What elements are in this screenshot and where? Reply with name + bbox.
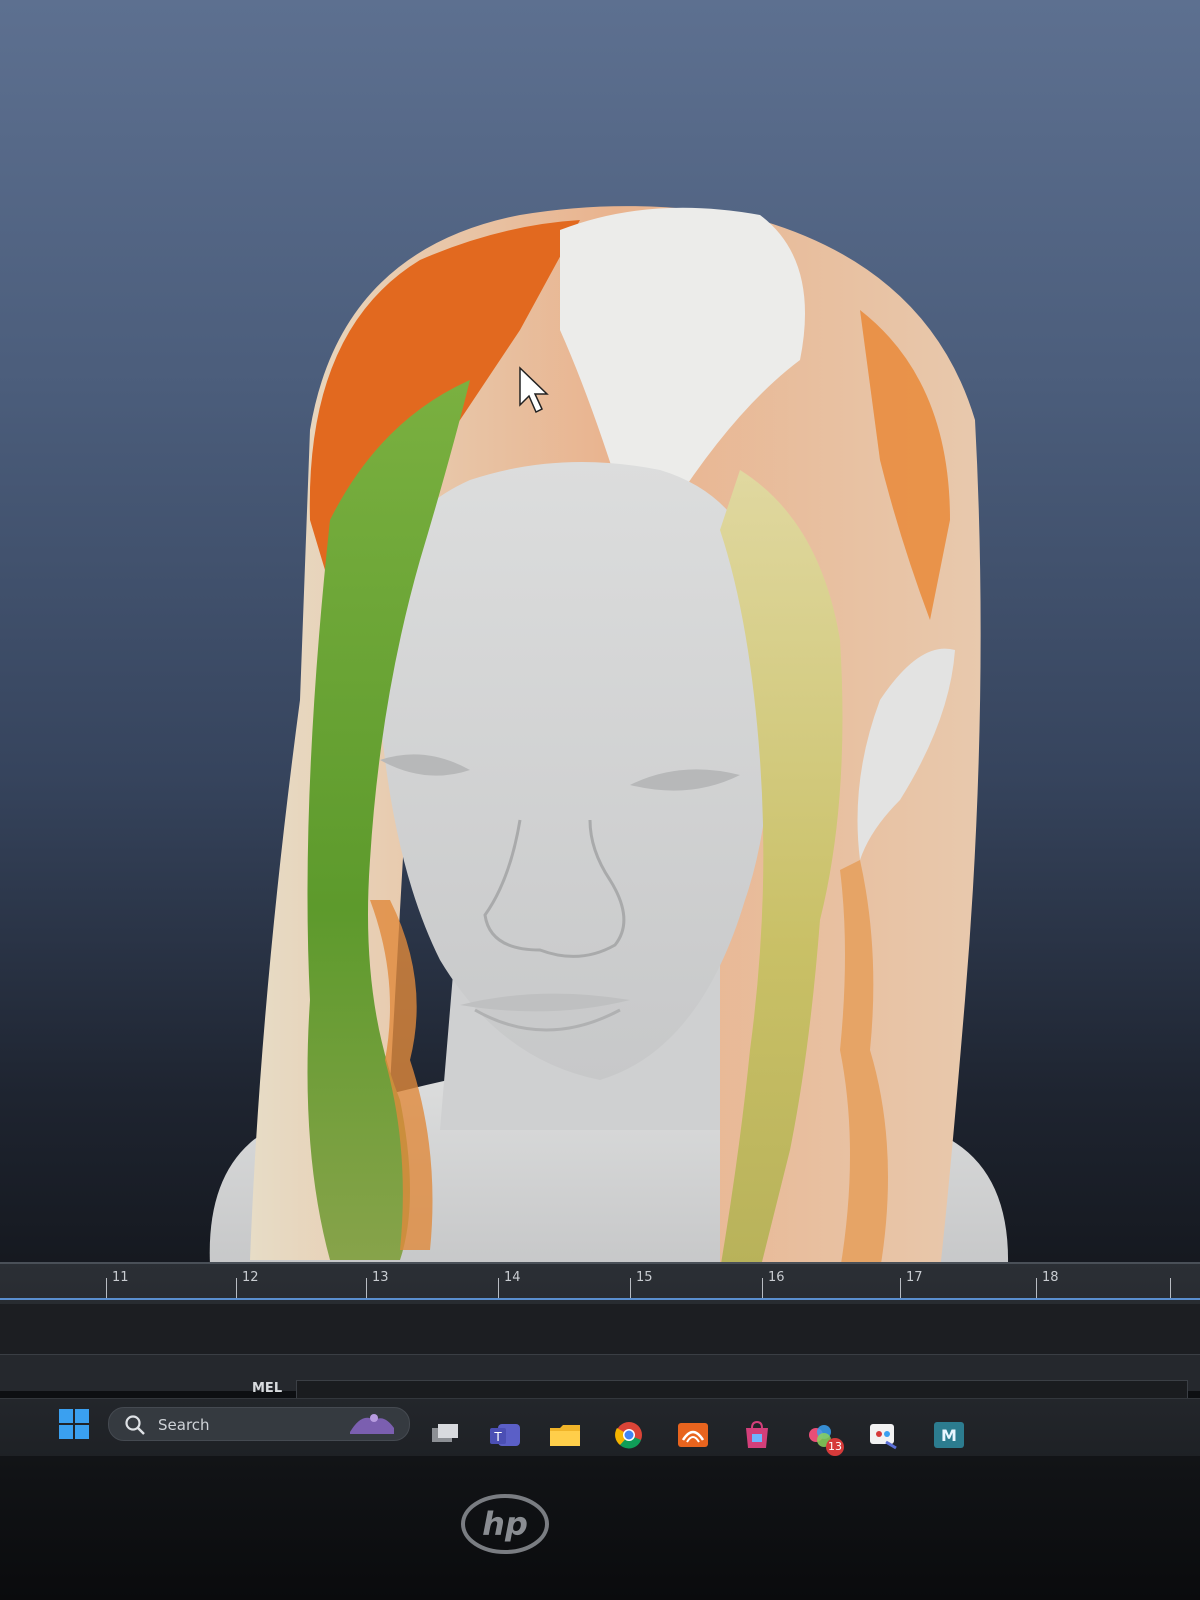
- timeline-tick: [106, 1278, 107, 1298]
- svg-text:M: M: [941, 1426, 957, 1445]
- windows-start-icon[interactable]: [56, 1406, 92, 1442]
- timeline-tick: [762, 1278, 763, 1298]
- timeline-tick-label: 14: [504, 1270, 521, 1285]
- svg-text:T: T: [493, 1430, 502, 1444]
- timeline-tick-label: 13: [372, 1270, 389, 1285]
- timeline-tick-label: 17: [906, 1270, 923, 1285]
- maya-icon[interactable]: M: [932, 1420, 966, 1450]
- search-icon[interactable]: [124, 1414, 146, 1436]
- search-highlight-icon: [350, 1414, 394, 1434]
- timeline-tick: [498, 1278, 499, 1298]
- houdini-icon[interactable]: [676, 1420, 710, 1450]
- hp-logo-icon: hp: [461, 1494, 549, 1554]
- timeline-tick: [900, 1278, 901, 1298]
- time-slider[interactable]: 11 12 13 14 15 16 17 18: [0, 1262, 1200, 1356]
- timeline-tick: [1170, 1278, 1171, 1298]
- timeline-tick: [1036, 1278, 1037, 1298]
- chrome-icon[interactable]: [612, 1420, 646, 1450]
- file-explorer-icon[interactable]: [548, 1420, 582, 1450]
- maya-viewport[interactable]: persp: [0, 0, 1200, 1290]
- timeline-tick: [366, 1278, 367, 1298]
- timeline-tick-label: 12: [242, 1270, 259, 1285]
- mel-language-button[interactable]: MEL: [252, 1381, 282, 1396]
- timeline-tick-label: 11: [112, 1270, 129, 1285]
- app-store-icon[interactable]: [740, 1420, 774, 1450]
- timeline-tick-label: 15: [636, 1270, 653, 1285]
- timeline-tick-label: 16: [768, 1270, 785, 1285]
- notification-badge: 13: [826, 1438, 844, 1456]
- monitor-bezel: [0, 1456, 1200, 1600]
- search-placeholder[interactable]: Search: [158, 1416, 210, 1434]
- time-slider-track[interactable]: [0, 1298, 1200, 1300]
- hair-character-render: [209, 206, 1009, 1271]
- timeline-tick: [630, 1278, 631, 1298]
- timeline-tick: [236, 1278, 237, 1298]
- svg-text:hp: hp: [482, 1505, 528, 1543]
- timeline-tick-label: 18: [1042, 1270, 1059, 1285]
- range-slider[interactable]: [0, 1304, 1200, 1356]
- snipping-tool-icon[interactable]: [866, 1420, 900, 1450]
- teams-icon[interactable]: T: [488, 1420, 522, 1450]
- task-view-icon[interactable]: [428, 1420, 462, 1450]
